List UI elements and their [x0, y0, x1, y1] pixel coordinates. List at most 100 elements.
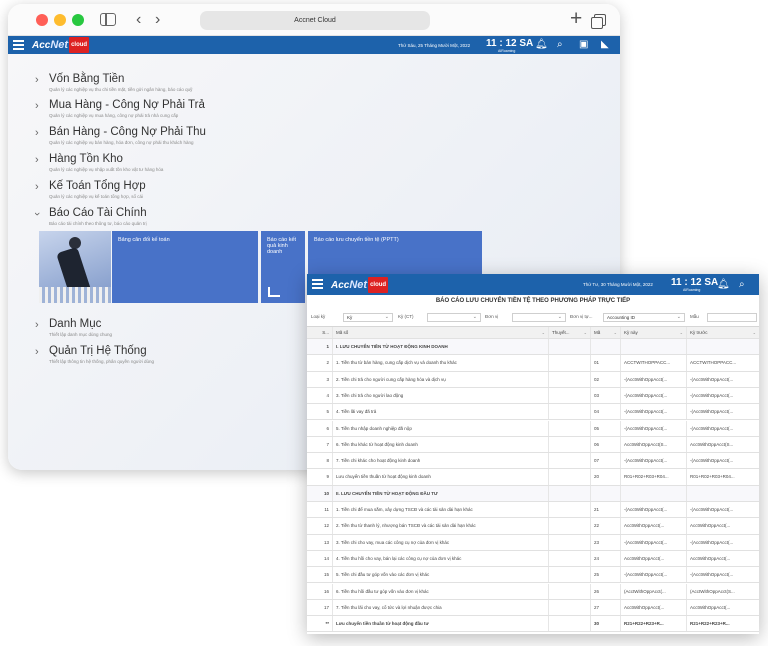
close-window-button[interactable] — [36, 14, 48, 26]
unit-select[interactable]: ⌄ — [512, 313, 566, 322]
row-current-period: AcctWithOppAcct(S... — [621, 436, 687, 453]
bell-icon[interactable]: 🔔︎ — [717, 274, 730, 295]
table-row[interactable]: ** Lưu chuyển tiền thuần từ hoạt động đầu… — [307, 616, 759, 633]
row-description: 1. Tiền thu từ bán hàng, cung cấp dịch v… — [333, 355, 549, 371]
row-note — [549, 355, 591, 371]
header-clock: 11 : 12 SA — [486, 38, 534, 49]
search-icon[interactable]: ⌕ — [739, 274, 745, 295]
report-header: AccNet cloud Thứ Tư, 30 Tháng Mười Một, 2… — [307, 274, 759, 295]
row-previous-period: -(AcctWithOppAcct(... — [690, 572, 734, 578]
row-previous-period: -(AcctWithOppAcct(... — [690, 539, 734, 545]
tile-income-statement[interactable]: Báo cáo kết quả kinh doanh — [261, 231, 305, 303]
table-row[interactable]: 10 II. LƯU CHUYỂN TIỀN TỪ HOẠT ĐỘNG ĐẦU T… — [307, 485, 759, 502]
menu-item-description: Quản lý các nghiệp vụ kế toán tổng hợp, … — [49, 194, 144, 199]
unit-value-select[interactable]: Accounting ID ⌄ — [603, 313, 685, 322]
sort-chevron-icon[interactable]: ⌄ — [753, 327, 756, 338]
table-row[interactable]: 9 Lưu chuyển tiền thuần từ hoạt động kinh… — [307, 469, 759, 486]
period-select[interactable]: ⌄ — [427, 313, 481, 322]
table-row[interactable]: 3 2. Tiền chi trả cho người cung cấp hàng… — [307, 371, 759, 388]
column-header[interactable]: Kỳ trước ⌄ — [687, 327, 759, 338]
minimize-window-button[interactable] — [54, 14, 66, 26]
table-row[interactable]: 5 4. Tiền lãi vay đã trả 04 -(AcctWithOppAc… — [307, 404, 759, 421]
table-row[interactable]: 4 3. Tiền chi trả cho người lao động 03 -(A… — [307, 387, 759, 405]
forward-icon[interactable]: › — [155, 4, 160, 36]
row-code: 23 — [591, 534, 621, 550]
column-header[interactable]: Mã ⌄ — [591, 327, 621, 338]
table-row[interactable]: 1 I. LƯU CHUYỂN TIỀN TỪ HOẠT ĐỘNG KINH DO… — [307, 339, 759, 356]
calculator-icon[interactable]: ▣ — [579, 36, 588, 54]
row-previous-period: R21+R22+R23+R... — [690, 621, 730, 627]
row-code: 05 — [591, 420, 621, 436]
row-current-period: -(AcctWithOppAcct(... — [621, 387, 687, 404]
table-row[interactable]: 6 5. Tiền thu nhập doanh nghiệp đã nộp 05-… — [307, 420, 759, 437]
table-row[interactable]: 12 2. Tiền thu từ thanh lý, nhượng bán TS… — [307, 518, 759, 535]
row-code: 01 — [591, 355, 621, 371]
table-row[interactable]: 8 7. Tiền chi khác cho hoạt động kinh doa… — [307, 453, 759, 470]
maximize-window-button[interactable] — [72, 14, 84, 26]
bell-icon[interactable]: 🔔︎ — [535, 36, 548, 54]
back-icon[interactable]: ‹ — [136, 4, 141, 36]
row-note — [549, 534, 591, 550]
report-header-clock: 11 : 12 SA — [671, 277, 719, 288]
tile-label: Báo cáo kết quả kinh doanh — [267, 237, 297, 255]
chart-icon[interactable]: ◣ — [601, 36, 609, 54]
row-previous-period: -(AcctWithOppAcct(... — [690, 376, 734, 382]
row-number: 8 — [307, 453, 333, 469]
row-description: 4. Tiền lãi vay đã trả — [333, 404, 549, 420]
chevron-right-icon: › — [35, 181, 39, 193]
table-row[interactable]: 14 4. Tiền thu hồi cho vay, bán lại các c… — [307, 550, 759, 568]
table-row[interactable]: 2 1. Tiền thu từ bán hàng, cung cấp dịch … — [307, 355, 759, 372]
table-row[interactable]: 11 1. Tiền chi để mua sắm, xây dựng TSCĐ … — [307, 502, 759, 519]
hamburger-menu-icon[interactable] — [312, 279, 323, 289]
row-note — [549, 404, 591, 420]
row-number: 16 — [307, 583, 333, 599]
tile-balance-sheet[interactable]: Bảng cân đối kế toán — [112, 231, 258, 303]
new-tab-icon[interactable]: + — [570, 4, 582, 34]
tab-overview-icon[interactable] — [591, 14, 606, 29]
accnet-logo[interactable]: AccNet cloud — [331, 277, 389, 293]
row-code: 24 — [591, 550, 621, 567]
sort-chevron-icon[interactable]: ⌄ — [542, 327, 545, 338]
row-number: 14 — [307, 550, 333, 567]
menu-item-description: Quản lý các nghiệp vụ thu chi tiền mặt, … — [49, 87, 193, 92]
row-previous-period: (AcctWithOppAcct(S... — [690, 588, 735, 594]
period-type-select[interactable]: Kỳ ⌄ — [343, 313, 393, 322]
column-header[interactable]: Kỳ này ⌄ — [621, 327, 687, 338]
address-bar[interactable]: Accnet Cloud — [200, 11, 430, 30]
table-row[interactable]: 16 6. Tiền thu hồi đầu tư góp vốn vào đơn… — [307, 583, 759, 600]
sidebar-toggle-icon[interactable] — [100, 13, 116, 26]
row-code: 06 — [591, 436, 621, 453]
row-note — [549, 599, 591, 616]
column-header[interactable]: S... — [307, 327, 333, 338]
row-description: 3. Tiền chi trả cho người lao động — [333, 387, 549, 404]
column-header[interactable]: Mã số ⌄ — [333, 327, 549, 338]
row-number: 5 — [307, 404, 333, 420]
sample-select[interactable] — [707, 313, 757, 322]
tile-cash-flow[interactable]: Báo cáo lưu chuyển tiền tệ (PPTT) — [308, 231, 482, 276]
row-note — [549, 469, 591, 485]
cash-flow-report-window: AccNet cloud Thứ Tư, 30 Tháng Mười Một, 2… — [307, 274, 759, 634]
row-current-period: -(AcctWithOppAcct(... — [621, 371, 687, 387]
table-row[interactable]: 7 6. Tiền thu khác từ hoạt động kinh doan… — [307, 436, 759, 454]
row-current-period: AcctWithOppAcct(... — [621, 518, 687, 534]
sort-chevron-icon[interactable]: ⌄ — [614, 327, 617, 338]
row-description: 5. Tiền chi đầu tư góp vốn vào các đơn v… — [333, 567, 549, 583]
sample-label: Mẫu — [690, 314, 699, 319]
row-previous-period: ACCTWITHOPPACC... — [690, 360, 737, 366]
sort-chevron-icon[interactable]: ⌄ — [584, 327, 587, 338]
row-previous-period: AcctWithOppAcct(... — [690, 523, 731, 529]
search-icon[interactable]: ⌕ — [557, 36, 563, 54]
table-row[interactable]: 17 7. Tiền thu lãi cho vay, cổ tức và lợi… — [307, 599, 759, 617]
table-row[interactable]: 15 5. Tiền chi đầu tư góp vốn vào các đơn… — [307, 567, 759, 584]
row-number: 17 — [307, 599, 333, 616]
sort-chevron-icon[interactable]: ⌄ — [680, 327, 683, 338]
chevron-right-icon: › — [35, 346, 39, 358]
row-number: 11 — [307, 502, 333, 518]
row-current-period — [621, 485, 687, 501]
table-row[interactable]: 13 3. Tiền chi cho vay, mua các công cụ n… — [307, 534, 759, 551]
accnet-logo[interactable]: AccNet cloud — [32, 37, 90, 53]
column-header[interactable]: Thuyết... ⌄ — [549, 327, 591, 338]
menu-item-title: Mua Hàng - Công Nợ Phải Trả — [49, 99, 205, 111]
hamburger-menu-icon[interactable] — [13, 40, 24, 50]
row-current-period: -(AcctWithOppAcct(... — [621, 567, 687, 583]
